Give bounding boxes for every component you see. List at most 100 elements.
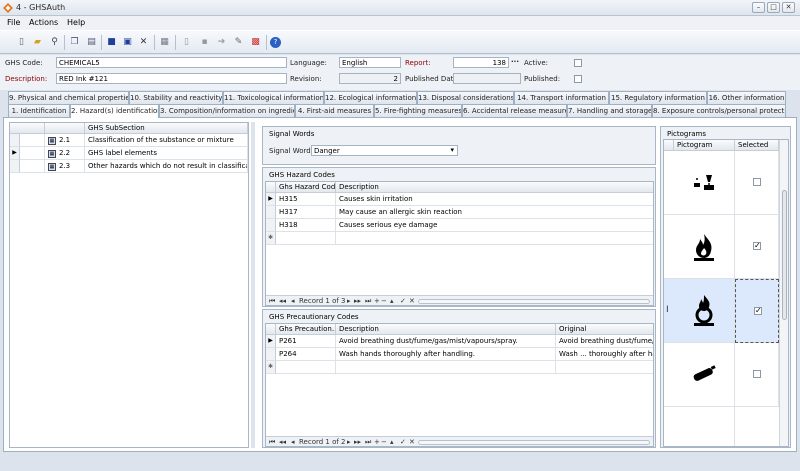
nav-edit-icon[interactable]: ▴ — [390, 437, 394, 446]
subsection-text[interactable]: Other hazards which do not result in cla… — [85, 160, 248, 173]
nav-save-icon[interactable]: ✓ — [400, 296, 406, 305]
minimize-button[interactable]: – — [752, 2, 765, 13]
nav-delete-icon[interactable]: − — [381, 437, 387, 446]
save-close-icon[interactable]: ▣ — [122, 37, 133, 48]
nav-delete-icon[interactable]: − — [381, 296, 387, 305]
pictograms-vscrollbar[interactable] — [779, 140, 788, 446]
nav-next-icon[interactable]: ▸ — [347, 437, 351, 446]
tab-identification[interactable]: 1. Identification — [8, 104, 70, 117]
pictogram-row[interactable]: ✓ — [664, 215, 779, 279]
precaution-desc-cell[interactable]: Wash hands thoroughly after handling. — [336, 348, 556, 361]
nav-last-icon[interactable]: ⏭ — [365, 296, 371, 305]
subsection-text[interactable]: GHS label elements — [85, 147, 248, 160]
precaution-orig-cell[interactable]: Avoid breathing dust/fume/gas/mis — [556, 335, 653, 348]
report-browse-button[interactable]: ··· — [511, 58, 519, 66]
pictogram-row[interactable] — [664, 407, 779, 446]
hazard-desc-cell[interactable]: Causes skin irritation — [336, 193, 653, 206]
close-button[interactable]: ✕ — [782, 2, 795, 13]
tab-exposure-controls[interactable]: 8. Exposure controls/personal protection — [652, 104, 786, 117]
pictogram-selected-checkbox[interactable] — [753, 178, 761, 186]
tab-regulatory[interactable]: 15. Regulatory information — [609, 91, 707, 104]
precaution-code-cell[interactable]: P264 — [276, 348, 336, 361]
tab-accidental-release[interactable]: 6. Accidental release measures — [462, 104, 567, 117]
tab-fire-fighting[interactable]: 5. Fire-fighting measures — [374, 104, 462, 117]
published-checkbox[interactable] — [574, 75, 582, 83]
nav-next-page-icon[interactable]: ▸▸ — [354, 296, 361, 305]
subsection-text[interactable]: Classification of the substance or mixtu… — [85, 134, 248, 147]
hazard-code-cell[interactable]: H317 — [276, 206, 336, 219]
scroll-thumb[interactable] — [782, 190, 787, 320]
table-row[interactable]: ▦ 2.2 — [45, 147, 85, 160]
vertical-splitter[interactable] — [251, 122, 255, 448]
hazard-hscrollbar[interactable] — [418, 299, 650, 304]
print-icon[interactable]: ▩ — [250, 37, 261, 48]
nav-cancel-icon[interactable]: ✕ — [409, 437, 415, 446]
pictogram-selected-checkbox[interactable]: ✓ — [754, 307, 762, 315]
nav-cancel-icon[interactable]: ✕ — [409, 296, 415, 305]
nav-next-icon[interactable]: ▸ — [347, 296, 351, 305]
edit-icon[interactable]: ✎ — [233, 37, 244, 48]
report-icon[interactable]: ▯ — [181, 37, 192, 48]
pictogram-selected-checkbox[interactable] — [753, 370, 761, 378]
delete-icon[interactable]: ✕ — [138, 37, 149, 48]
nav-edit-icon[interactable]: ▴ — [390, 296, 394, 305]
nav-add-icon[interactable]: + — [374, 437, 380, 446]
active-checkbox[interactable] — [574, 59, 582, 67]
tab-physical-chemical[interactable]: 9. Physical and chemical properties — [8, 91, 129, 104]
tab-ecological[interactable]: 12. Ecological information — [324, 91, 417, 104]
nav-add-icon[interactable]: + — [374, 296, 380, 305]
pictogram-row[interactable] — [664, 151, 779, 215]
maximize-button[interactable]: □ — [767, 2, 780, 13]
hazard-code-cell[interactable]: H315 — [276, 193, 336, 206]
menu-file[interactable]: File — [7, 18, 20, 27]
hazard-codes-grid: Ghs Hazard Code Description ▶ H315 Cause… — [265, 181, 654, 306]
precaution-hscrollbar[interactable] — [418, 440, 650, 445]
hazard-desc-cell[interactable]: Causes serious eye damage — [336, 219, 653, 232]
pictogram-row[interactable] — [664, 343, 779, 407]
copy-icon[interactable]: ❐ — [69, 37, 80, 48]
nav-prev-page-icon[interactable]: ◂◂ — [279, 437, 286, 446]
nav-prev-icon[interactable]: ◂ — [291, 296, 295, 305]
nav-save-icon[interactable]: ✓ — [400, 437, 406, 446]
tab-transport[interactable]: 14. Transport information — [514, 91, 609, 104]
nav-first-icon[interactable]: ⏮ — [269, 296, 275, 305]
tab-disposal[interactable]: 13. Disposal considerations — [417, 91, 514, 104]
description-field[interactable]: RED Ink #121 — [56, 73, 287, 84]
ghs-code-field[interactable]: CHEMICAL5 — [56, 57, 287, 68]
hazard-code-cell[interactable]: H318 — [276, 219, 336, 232]
open-icon[interactable]: ▰ — [32, 37, 43, 48]
language-field[interactable]: English — [339, 57, 401, 68]
help-icon[interactable]: ? — [270, 37, 281, 48]
tab-stability[interactable]: 10. Stability and reactivity — [129, 91, 223, 104]
export-icon[interactable]: ➔ — [216, 37, 227, 48]
nav-next-page-icon[interactable]: ▸▸ — [354, 437, 361, 446]
paste-icon[interactable]: ▤ — [86, 37, 97, 48]
tab-other[interactable]: 16. Other information — [707, 91, 786, 104]
signal-word-select[interactable]: Danger ▾ — [311, 145, 458, 156]
table-row[interactable]: ▦ 2.3 — [45, 160, 85, 173]
tab-hazard-identification[interactable]: 2. Hazard(s) identification — [70, 104, 159, 118]
menu-actions[interactable]: Actions — [29, 18, 58, 27]
tag-icon[interactable]: ▪ — [199, 37, 210, 48]
table-row[interactable]: ▦ 2.1 — [45, 134, 85, 147]
nav-prev-icon[interactable]: ◂ — [291, 437, 295, 446]
menu-help[interactable]: Help — [67, 18, 85, 27]
nav-last-icon[interactable]: ⏭ — [365, 437, 371, 446]
nav-first-icon[interactable]: ⏮ — [269, 437, 275, 446]
tab-first-aid[interactable]: 4. First-aid measures — [295, 104, 374, 117]
nav-prev-page-icon[interactable]: ◂◂ — [279, 296, 286, 305]
precaution-orig-cell[interactable]: Wash ... thoroughly after handlin — [556, 348, 653, 361]
tab-toxicological[interactable]: 11. Toxicological information — [223, 91, 324, 104]
save-icon[interactable]: ■ — [106, 37, 117, 48]
pictogram-selected-checkbox[interactable]: ✓ — [753, 242, 761, 250]
hazard-desc-cell[interactable]: May cause an allergic skin reaction — [336, 206, 653, 219]
new-icon[interactable]: ▯ — [16, 37, 27, 48]
find-icon[interactable]: ⚲ — [49, 37, 60, 48]
preview-icon[interactable]: ▦ — [159, 37, 170, 48]
pictogram-row[interactable]: ✓ — [664, 279, 779, 343]
report-field[interactable]: 138 — [453, 57, 509, 68]
tab-handling-storage[interactable]: 7. Handling and storage — [567, 104, 652, 117]
tab-composition[interactable]: 3. Composition/information on ingredient… — [159, 104, 295, 117]
precaution-desc-cell[interactable]: Avoid breathing dust/fume/gas/mist/vapou… — [336, 335, 556, 348]
precaution-code-cell[interactable]: P261 — [276, 335, 336, 348]
